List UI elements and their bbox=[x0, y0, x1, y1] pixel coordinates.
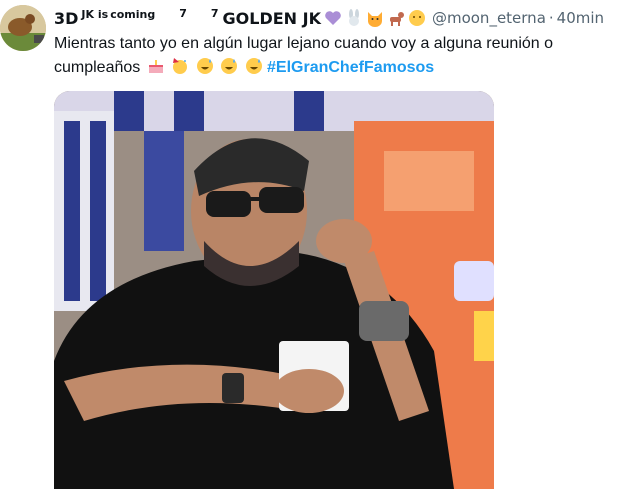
display-name[interactable]: 3D JK is coming 7 7 GOLDEN JK bbox=[54, 6, 426, 28]
timestamp[interactable]: 40min bbox=[557, 9, 604, 27]
birthday-cake-icon bbox=[147, 57, 165, 75]
purple-heart-icon bbox=[324, 9, 342, 27]
sweat-smile-icon bbox=[220, 57, 238, 75]
emoji-face-icon bbox=[408, 9, 426, 27]
tweet-media-image[interactable] bbox=[54, 91, 494, 489]
display-name-part: 3D bbox=[54, 8, 79, 28]
display-name-part: coming bbox=[110, 7, 156, 21]
cat-icon bbox=[366, 9, 384, 27]
media-photo bbox=[54, 91, 494, 489]
display-name-part: JK is bbox=[81, 7, 109, 21]
separator-dot: · bbox=[548, 9, 554, 27]
rabbit-icon bbox=[345, 9, 363, 27]
tweet-body: Mientras tanto yo en algún lugar lejano … bbox=[54, 32, 638, 80]
tweet-header: 3D JK is coming 7 7 GOLDEN JK @moon_eter… bbox=[54, 6, 640, 30]
display-name-part: 7 bbox=[179, 6, 187, 20]
display-name-part: 7 bbox=[210, 6, 219, 20]
sweat-smile-icon bbox=[245, 57, 263, 75]
display-name-part: GOLDEN JK bbox=[222, 8, 321, 28]
hashtag-link[interactable]: #ElGranChefFamosos bbox=[267, 59, 434, 76]
dog-icon bbox=[387, 9, 405, 27]
party-face-icon bbox=[171, 57, 189, 75]
sweat-smile-icon bbox=[196, 57, 214, 75]
user-handle[interactable]: @moon_eterna bbox=[432, 9, 546, 27]
avatar[interactable] bbox=[0, 5, 46, 51]
